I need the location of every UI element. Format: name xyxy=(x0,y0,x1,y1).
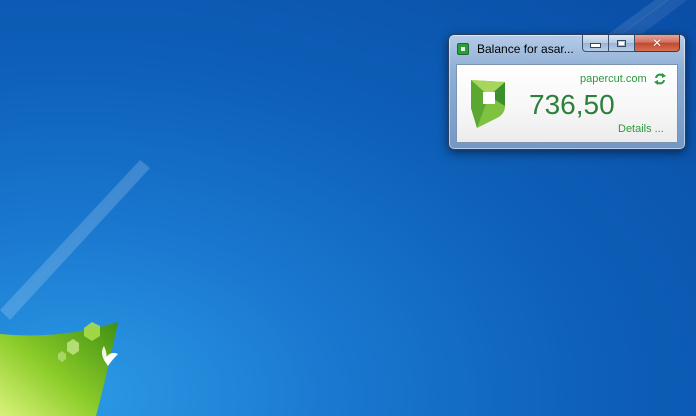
papercut-link[interactable]: papercut.com xyxy=(580,73,647,85)
balance-panel: papercut.com 736,50 Details ... xyxy=(456,64,678,143)
close-button[interactable]: ✕ xyxy=(635,35,680,52)
close-icon: ✕ xyxy=(651,36,663,50)
title-bar[interactable]: Balance for asar... ✕ xyxy=(449,35,685,62)
caption-buttons: ✕ xyxy=(582,35,680,53)
window-title: Balance for asar... xyxy=(477,42,574,56)
details-link[interactable]: Details ... xyxy=(618,123,664,135)
papercut-icon xyxy=(457,43,469,55)
minimize-button[interactable] xyxy=(582,35,609,52)
maximize-icon xyxy=(617,39,626,47)
balance-amount: 736,50 xyxy=(529,89,615,120)
desktop: Balance for asar... ✕ papercut.com 736,5… xyxy=(0,0,696,416)
maximize-button[interactable] xyxy=(609,35,635,52)
refresh-icon[interactable] xyxy=(653,72,667,86)
papercut-logo xyxy=(471,80,505,128)
papercut-balance-window[interactable]: Balance for asar... ✕ papercut.com 736,5… xyxy=(448,34,686,150)
minimize-icon xyxy=(590,43,601,48)
